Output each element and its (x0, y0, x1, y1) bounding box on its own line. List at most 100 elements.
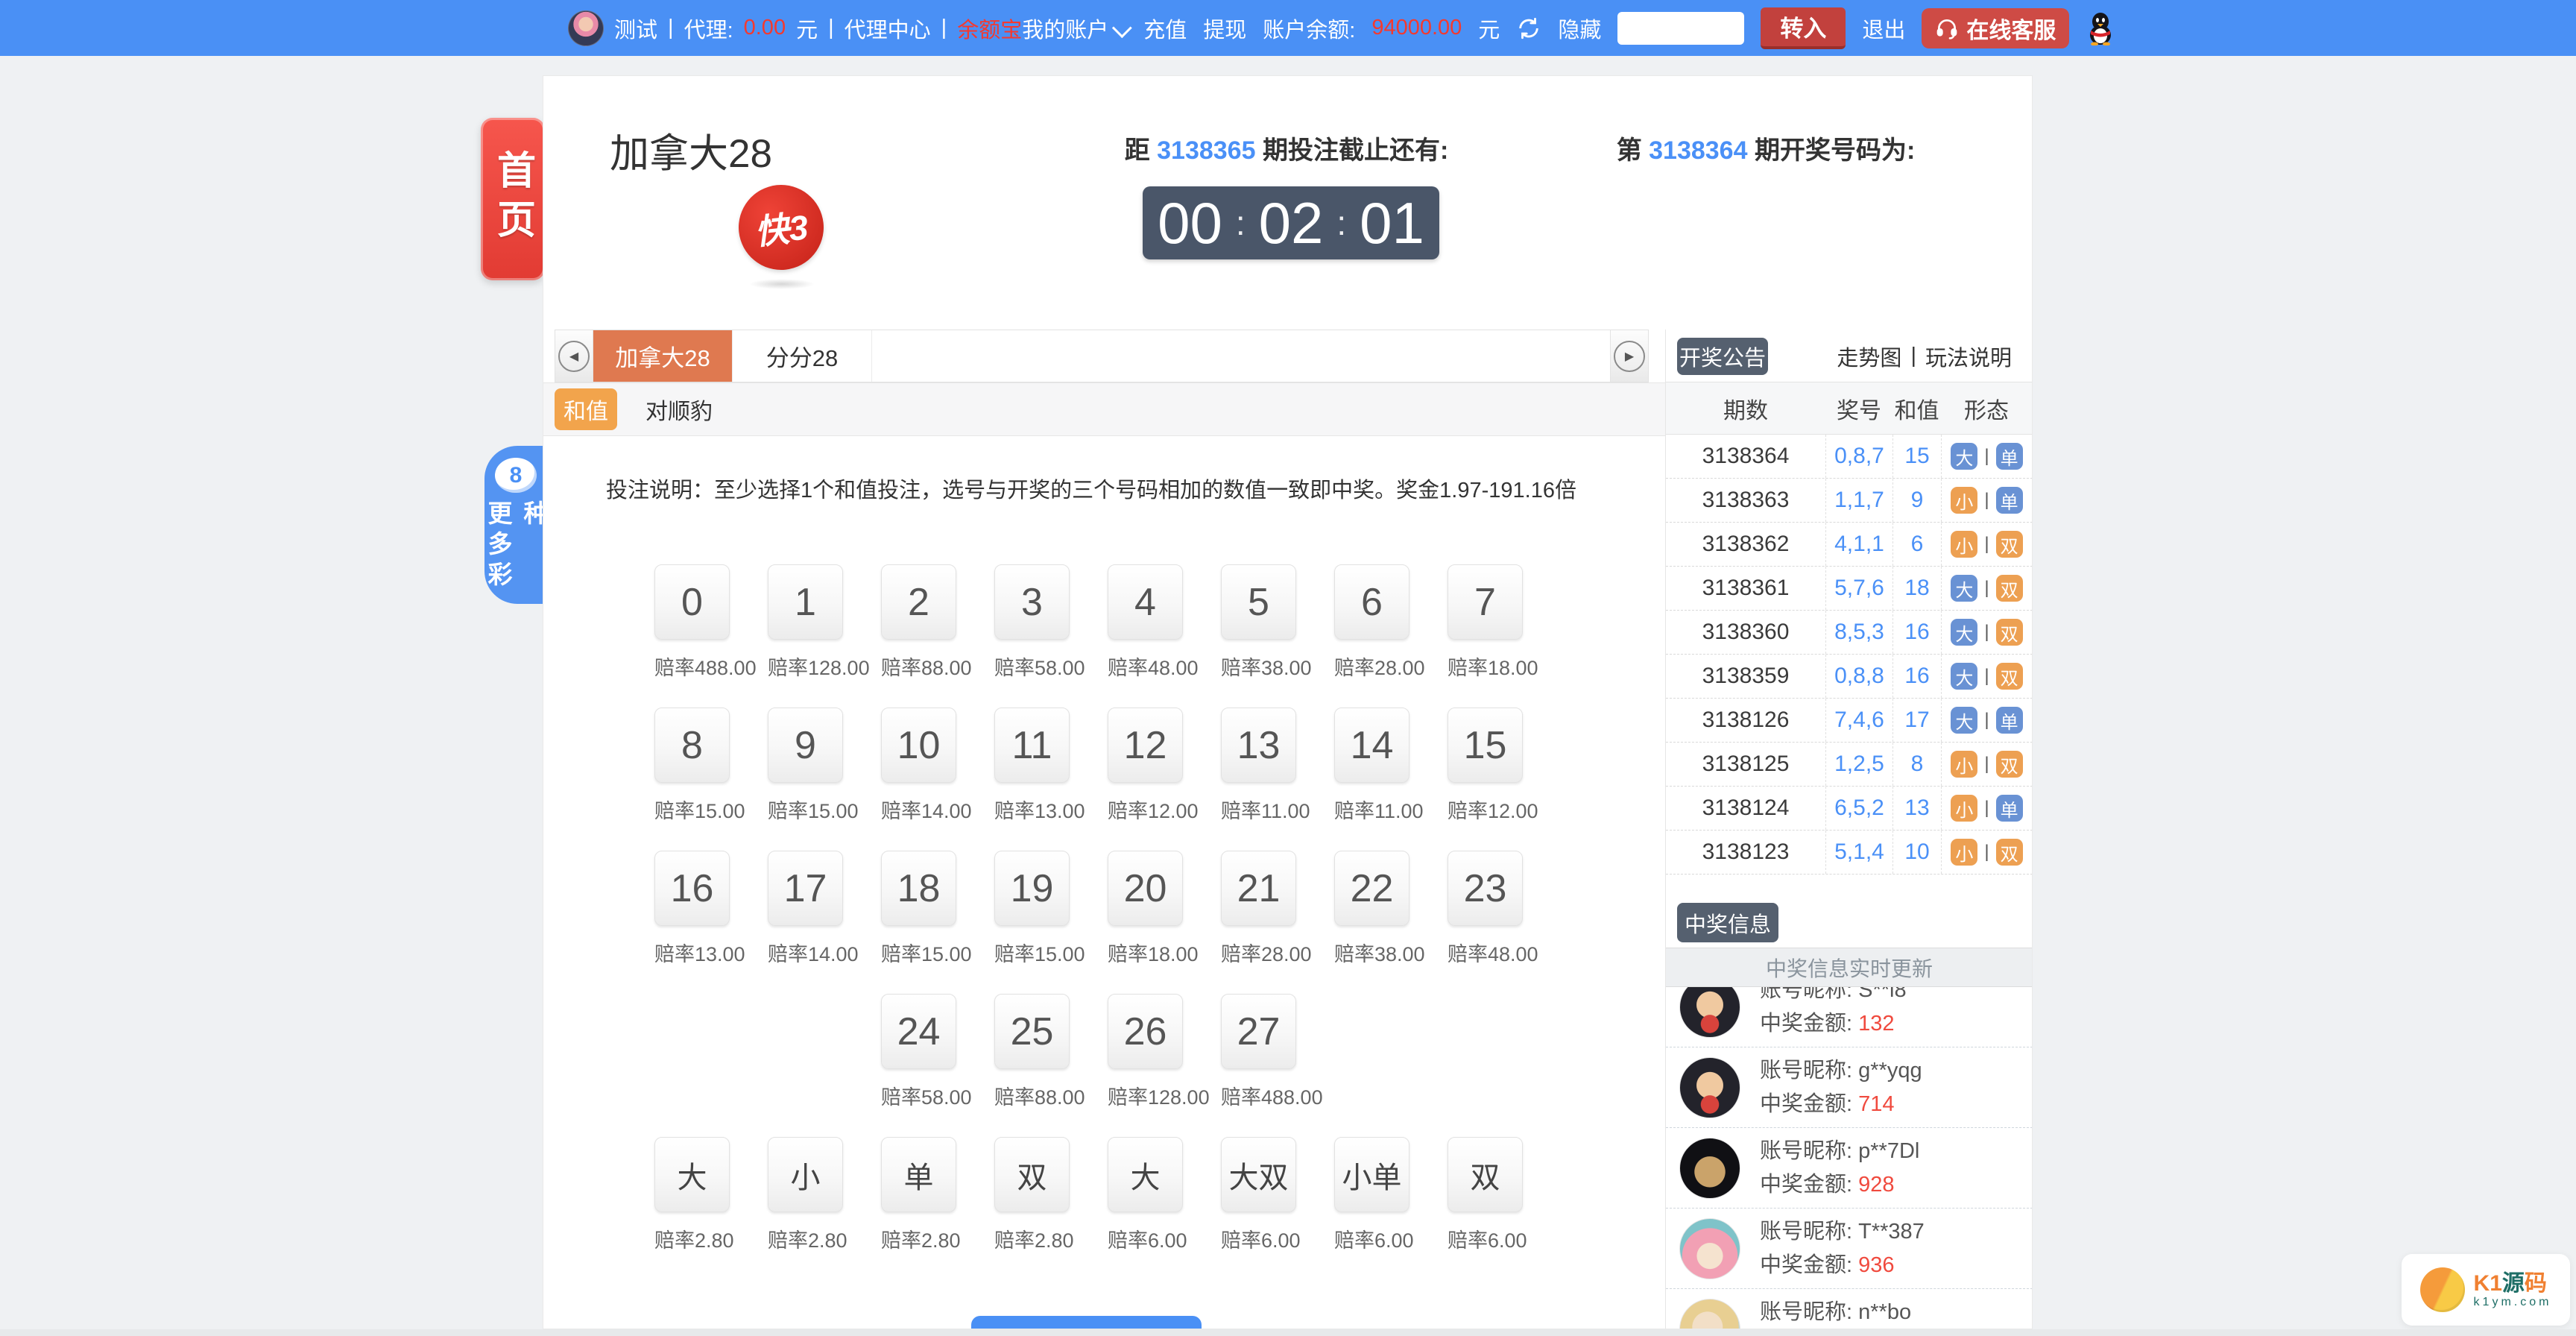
odds-label: 赔率2.80 (768, 1224, 843, 1253)
subtab-hezhi[interactable]: 和值 (555, 388, 617, 430)
sum-value: 15 (1892, 435, 1941, 478)
page-bottom-strip (0, 1329, 2576, 1336)
timer-hours: 00 (1158, 189, 1222, 257)
bet-number-button[interactable]: 9 (768, 708, 843, 783)
bet-number-button[interactable]: 11 (994, 708, 1070, 783)
bet-number-button[interactable]: 13 (1221, 708, 1296, 783)
bet-cell: 11赔率13.00 (994, 708, 1070, 824)
submit-bet-button[interactable] (971, 1316, 1202, 1329)
logout-link[interactable]: 退出 (1862, 13, 1905, 44)
bet-number-button[interactable]: 17 (768, 851, 843, 926)
countdown-label: 距 3138365 期投注截止还有: (1096, 130, 1477, 166)
tab-fenfen28[interactable]: 分分28 (733, 330, 872, 382)
bet-cell: 19赔率15.00 (994, 851, 1070, 967)
winner-item: 账号昵称: T**387中奖金额: 936 (1666, 1209, 2033, 1289)
agent-center-link[interactable]: 代理中心 (845, 13, 931, 44)
separator: | (1984, 754, 1989, 775)
bet-type-button[interactable]: 双 (1448, 1137, 1523, 1212)
main-content-card: 加拿大28 快3 距 3138365 期投注截止还有: 00:02:01 第 3… (543, 75, 2033, 1329)
bet-number-button[interactable]: 6 (1334, 564, 1409, 640)
bet-type-button[interactable]: 小 (768, 1137, 843, 1212)
bet-cell: 25赔率88.00 (994, 994, 1070, 1110)
winner-amount: 132 (1858, 1012, 1894, 1036)
bet-type-button[interactable]: 大 (1108, 1137, 1183, 1212)
recharge-link[interactable]: 充值 (1143, 13, 1187, 44)
user-avatar[interactable] (568, 10, 604, 46)
bet-number-button[interactable]: 15 (1448, 708, 1523, 783)
tab-scroll-left-button[interactable]: ◀ (555, 330, 593, 382)
bet-number-button[interactable]: 18 (881, 851, 956, 926)
refresh-icon[interactable] (1516, 16, 1541, 41)
bet-type-button[interactable]: 大 (654, 1137, 730, 1212)
rules-link[interactable]: 玩法说明 (1925, 341, 2012, 372)
bet-row: 16赔率13.0017赔率14.0018赔率15.0019赔率15.0020赔率… (654, 851, 1523, 967)
transfer-button[interactable]: 转入 (1761, 7, 1846, 49)
parity-badge: 双 (1996, 751, 2023, 778)
announcement-title-button: 开奖公告 (1677, 338, 1768, 375)
bet-cell: 27赔率488.00 (1221, 994, 1296, 1110)
separator: | (828, 16, 834, 40)
bet-number-button[interactable]: 0 (654, 564, 730, 640)
subtab-duishunbao[interactable]: 对顺豹 (645, 393, 713, 426)
bet-type-button[interactable]: 大双 (1221, 1137, 1296, 1212)
winner-item: 账号昵称: p**7Dl中奖金额: 928 (1666, 1128, 2033, 1209)
size-badge: 小 (1951, 839, 1977, 866)
play-mode-row: 和值 对顺豹 (543, 382, 1665, 436)
bet-number-button[interactable]: 4 (1108, 564, 1183, 640)
bet-type-button[interactable]: 小单 (1334, 1137, 1409, 1212)
bet-cell: 13赔率11.00 (1221, 708, 1296, 824)
my-account-menu[interactable]: 我的账户 (1022, 13, 1127, 44)
bet-number-button[interactable]: 16 (654, 851, 730, 926)
odds-label: 赔率15.00 (768, 795, 843, 824)
winner-avatar (1679, 987, 1740, 1038)
yuebao-link[interactable]: 余额宝 (957, 13, 1022, 44)
bet-number-button[interactable]: 2 (881, 564, 956, 640)
parity-badge: 单 (1996, 487, 2023, 514)
winner-nickname: p**7Dl (1858, 1139, 1919, 1163)
size-badge: 小 (1951, 531, 1977, 558)
bet-number-button[interactable]: 1 (768, 564, 843, 640)
headset-icon (1935, 16, 1959, 40)
bet-number-button[interactable]: 3 (994, 564, 1070, 640)
shape-cell: 小|单 (1941, 787, 2032, 830)
customer-service-button[interactable]: 在线客服 (1922, 8, 2069, 48)
bet-number-button[interactable]: 5 (1221, 564, 1296, 640)
watermark-domain: k1ym.com (2474, 1296, 2552, 1309)
bet-number-button[interactable]: 23 (1448, 851, 1523, 926)
bet-type-button[interactable]: 单 (881, 1137, 956, 1212)
bet-number-button[interactable]: 21 (1221, 851, 1296, 926)
hide-balance-toggle[interactable]: 隐藏 (1558, 13, 1601, 44)
bet-number-button[interactable]: 22 (1334, 851, 1409, 926)
result-row: 31381251,2,58小|双 (1666, 743, 2033, 787)
bet-number-button[interactable]: 10 (881, 708, 956, 783)
separator: | (1984, 534, 1989, 555)
bet-cell: 0赔率488.00 (654, 564, 730, 681)
bet-cell: 5 赔率38.00 (1221, 564, 1296, 681)
issue-number: 3138125 (1666, 752, 1825, 777)
odds-label: 赔率18.00 (1108, 938, 1183, 967)
bet-number-button[interactable]: 19 (994, 851, 1070, 926)
trend-chart-link[interactable]: 走势图 (1837, 341, 1901, 372)
tab-scroll-right-button[interactable]: ▶ (1610, 330, 1648, 382)
odds-label: 赔率38.00 (1221, 652, 1296, 681)
tab-jianada28[interactable]: 加拿大28 (593, 330, 733, 382)
bet-number-button[interactable]: 25 (994, 994, 1070, 1069)
parity-badge: 双 (1996, 619, 2023, 646)
bet-number-button[interactable]: 20 (1108, 851, 1183, 926)
winners-list-viewport[interactable]: 账号昵称: S**l8中奖金额: 132账号昵称: g**yqg中奖金额: 71… (1666, 987, 2033, 1329)
withdraw-link[interactable]: 提现 (1203, 13, 1246, 44)
more-lottery-button[interactable]: 8 更多彩种 (484, 446, 547, 604)
bet-number-button[interactable]: 27 (1221, 994, 1296, 1069)
bet-number-button[interactable]: 8 (654, 708, 730, 783)
yuan-label: 元 (796, 13, 818, 44)
bet-number-button[interactable]: 12 (1108, 708, 1183, 783)
bet-number-button[interactable]: 14 (1334, 708, 1409, 783)
game-title: 加拿大28 (587, 122, 795, 179)
transfer-amount-input[interactable] (1617, 12, 1744, 45)
bet-number-button[interactable]: 26 (1108, 994, 1183, 1069)
home-button[interactable]: 首页 (481, 118, 545, 280)
bet-number-button[interactable]: 7 (1448, 564, 1523, 640)
bet-number-button[interactable]: 24 (881, 994, 956, 1069)
bet-type-button[interactable]: 双 (994, 1137, 1070, 1212)
qq-penguin-icon[interactable] (2086, 11, 2115, 45)
